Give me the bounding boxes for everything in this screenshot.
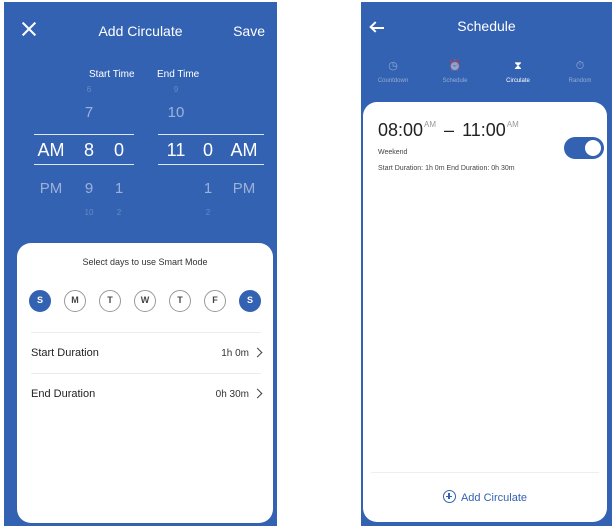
end-hour-faint-above: 9 <box>173 85 179 94</box>
start-hour-above[interactable]: 7 <box>78 104 100 121</box>
end-duration-label: End Duration <box>31 388 96 400</box>
chevron-right-icon <box>252 347 263 358</box>
start-ampm: AM <box>424 120 437 129</box>
end-ampm: AM <box>506 120 519 129</box>
start-hour-faint-below: 10 <box>84 208 94 217</box>
start-ampm-selected[interactable]: AM <box>34 140 68 161</box>
durations-summary: Start Duration: 1h 0m End Duration: 0h 3… <box>378 165 515 172</box>
day-monday[interactable]: M <box>64 290 86 312</box>
screenshot: Add Circulate Save Start Time End Time A… <box>0 0 616 529</box>
start-minute-selected[interactable]: 0 <box>108 140 130 161</box>
days-heading: Select days to use Smart Mode <box>82 257 208 267</box>
tab-schedule[interactable]: ⏰ Schedule <box>425 58 485 84</box>
start-duration-row[interactable]: Start Duration 1h 0m <box>31 332 263 372</box>
day-friday[interactable]: F <box>204 290 226 312</box>
schedule-tabs: ◷ Countdown ⏰ Schedule ⧗ Circulate ⏱ Ran… <box>361 58 612 98</box>
circulate-time-range[interactable]: 08:00AM –11:00AM <box>378 120 519 141</box>
tab-label: Countdown <box>377 78 409 84</box>
end-duration-row[interactable]: End Duration 0h 30m <box>31 373 263 413</box>
add-circulate-button[interactable]: Add Circulate <box>363 490 607 504</box>
circulate-list-card: 08:00AM –11:00AM Weekend Start Duration: … <box>363 102 607 522</box>
header: Add Circulate Save <box>4 2 277 60</box>
end-ampm-selected[interactable]: AM <box>226 140 262 161</box>
day-wednesday[interactable]: W <box>134 290 156 312</box>
start-duration-value: 1h 0m <box>221 348 249 359</box>
page-title: Schedule <box>457 18 516 34</box>
end-selection-top-line <box>158 134 264 135</box>
alarm-clock-icon: ⏰ <box>448 60 462 72</box>
end-ampm-below[interactable]: PM <box>226 180 262 197</box>
save-button[interactable]: Save <box>233 23 265 39</box>
start-time: 08:00 <box>378 120 424 140</box>
repeat-label: Weekend <box>378 149 408 156</box>
toggle-knob <box>585 140 601 156</box>
tab-label: Random <box>568 78 592 84</box>
days-card: Select days to use Smart Mode S M T W T … <box>17 243 273 523</box>
hourglass-icon: ⧗ <box>514 60 522 72</box>
tab-countdown[interactable]: ◷ Countdown <box>363 58 423 84</box>
tab-random[interactable]: ⏱ Random <box>550 58 610 84</box>
start-duration-label: Start Duration <box>31 347 99 359</box>
end-selection-bottom-line <box>158 164 264 165</box>
add-circulate-screen: Add Circulate Save Start Time End Time A… <box>4 2 277 526</box>
schedule-screen: Schedule ◷ Countdown ⏰ Schedule ⧗ Circul… <box>361 2 612 526</box>
start-hour-faint-above: 6 <box>86 85 92 94</box>
end-time-label: End Time <box>157 69 200 80</box>
day-selector: S M T W T F S <box>29 290 261 312</box>
plus-circle-icon <box>442 490 456 503</box>
end-time: 11:00 <box>462 120 506 140</box>
day-saturday[interactable]: S <box>239 290 261 312</box>
clock-icon: ◷ <box>388 60 398 72</box>
end-hour-above[interactable]: 10 <box>164 104 188 121</box>
time-dash: – <box>444 120 455 140</box>
end-hour-selected[interactable]: 11 <box>164 140 188 161</box>
start-hour-below[interactable]: 9 <box>78 180 100 197</box>
tab-label: Schedule <box>442 78 468 84</box>
start-minute-below[interactable]: 1 <box>108 180 130 197</box>
day-thursday[interactable]: T <box>169 290 191 312</box>
end-duration-value: 0h 30m <box>215 389 249 400</box>
chevron-right-icon <box>252 388 263 399</box>
stopwatch-icon: ⏱ <box>575 60 585 72</box>
end-minute-faint-below: 2 <box>205 208 211 217</box>
tab-circulate[interactable]: ⧗ Circulate <box>488 58 548 84</box>
start-ampm-below[interactable]: PM <box>34 180 68 197</box>
start-selection-bottom-line <box>34 164 134 165</box>
add-circulate-label: Add Circulate <box>460 492 528 504</box>
enable-toggle[interactable] <box>564 137 604 159</box>
start-minute-faint-below: 2 <box>116 208 122 217</box>
divider <box>371 472 599 473</box>
end-minute-selected[interactable]: 0 <box>197 140 219 161</box>
day-tuesday[interactable]: T <box>99 290 121 312</box>
start-selection-top-line <box>34 134 134 135</box>
start-hour-selected[interactable]: 8 <box>78 140 100 161</box>
day-sunday[interactable]: S <box>29 290 51 312</box>
time-picker[interactable]: Start Time End Time AM PM 6 7 8 9 10 0 1… <box>4 62 277 242</box>
end-minute-below[interactable]: 1 <box>197 180 219 197</box>
start-time-label: Start Time <box>89 69 135 80</box>
tab-label: Circulate <box>506 78 530 84</box>
